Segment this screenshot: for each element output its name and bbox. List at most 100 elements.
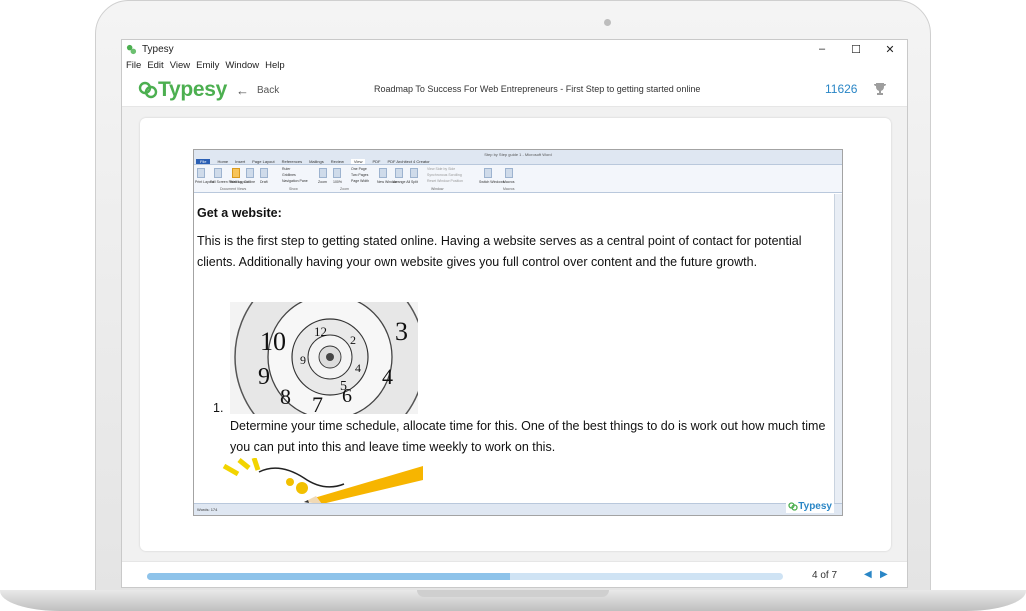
typesy-logo-icon <box>138 81 158 99</box>
progress-fill <box>147 573 510 580</box>
ribbon-outline-icon <box>246 168 254 178</box>
svg-text:9: 9 <box>300 353 306 367</box>
ribbon-label: 100% <box>333 180 342 184</box>
ribbon-web-layout-icon <box>232 168 240 178</box>
ribbon-label: Page Width <box>351 179 370 183</box>
svg-text:4: 4 <box>382 364 393 389</box>
ribbon-group-label: Document Views <box>220 187 247 191</box>
back-label: Back <box>257 85 280 96</box>
word-title: Step by Step guide 1 - Microsoft Word <box>484 151 552 157</box>
trophy-icon[interactable] <box>872 81 888 97</box>
ribbon-label: Split <box>411 180 418 184</box>
menu-window[interactable]: Window <box>225 60 259 71</box>
next-page-icon[interactable]: ▶ <box>880 569 888 580</box>
typesy-app-icon <box>126 44 137 54</box>
svg-text:5: 5 <box>340 379 347 394</box>
word-tab-review: Review <box>330 158 344 164</box>
ribbon-label: Outline <box>244 180 256 184</box>
word-tab-file: File <box>196 158 211 164</box>
reading-progress-bar[interactable] <box>147 573 783 580</box>
word-tab-references: References <box>281 158 303 164</box>
lightbulb-pencil-image <box>194 458 423 505</box>
document-page: Step by Step guide 1 - Microsoft Word Fi… <box>140 118 891 551</box>
document-title: Roadmap To Success For Web Entrepreneurs… <box>374 84 701 94</box>
typesy-watermark: Typesy <box>786 500 834 513</box>
list-item-number: 1. <box>213 401 224 415</box>
ribbon-label: Macros <box>503 180 515 184</box>
menu-edit[interactable]: Edit <box>147 60 163 71</box>
reader-footer: 4 of 7 ◀ ▶ <box>122 561 907 587</box>
word-vertical-scrollbar <box>834 194 842 505</box>
ribbon-switch-windows-icon <box>484 168 492 178</box>
menu-bar: File Edit View Emily Window Help <box>122 58 907 73</box>
ribbon-draft-icon <box>260 168 268 178</box>
ribbon-group-label: Show <box>289 187 298 191</box>
menu-view[interactable]: View <box>170 60 190 71</box>
word-tab-home: Home <box>217 158 229 164</box>
ribbon-label: Reset Window Position <box>427 179 463 183</box>
arrow-left-icon: ← <box>236 83 249 98</box>
back-button[interactable]: ← Back <box>236 83 279 98</box>
logo-text: Typesy <box>158 78 228 101</box>
word-tab-insert: Insert <box>235 158 246 164</box>
reader-area: Step by Step guide 1 - Microsoft Word Fi… <box>122 107 907 561</box>
page-indicator: 4 of 7 <box>812 570 838 581</box>
ribbon-print-layout-icon <box>197 168 205 178</box>
svg-text:12: 12 <box>314 324 327 339</box>
ribbon-100-icon <box>333 168 341 178</box>
ribbon-group-label: Window <box>431 187 444 191</box>
window-title: Typesy <box>142 43 174 55</box>
ribbon-zoom-icon <box>319 168 327 178</box>
app-header: Typesy ← Back Roadmap To Success For Web… <box>122 73 907 107</box>
ribbon-group-label: Zoom <box>340 187 349 191</box>
keystroke-counter: 11626 <box>825 82 858 96</box>
minimize-button[interactable]: – <box>805 40 839 58</box>
word-tab-pdf: PDF <box>372 158 381 164</box>
ribbon-label: View Side by Side <box>427 167 456 171</box>
watermark-text: Typesy <box>798 501 832 512</box>
word-tab-pdf-architect: PDF Architect 4 Creator <box>387 158 430 164</box>
word-tab-view: View <box>350 158 366 164</box>
word-document-body: Get a website: This is the first step to… <box>194 194 836 505</box>
maximize-button[interactable]: ☐ <box>839 40 873 58</box>
ribbon-label: Zoom <box>318 180 327 184</box>
laptop-notch <box>417 590 609 597</box>
section-heading: Get a website: <box>197 206 282 220</box>
menu-help[interactable]: Help <box>265 60 285 71</box>
svg-text:7: 7 <box>312 392 323 414</box>
typesy-logo[interactable]: Typesy <box>138 78 227 102</box>
window-titlebar: Typesy – ☐ ✕ <box>122 40 907 58</box>
ribbon-label: Navigation Pane <box>282 179 308 183</box>
spiral-clock-image: 10 9 8 7 6 4 3 12 2 9 4 5 <box>230 302 418 414</box>
ribbon-label: Two Pages <box>351 173 369 177</box>
word-ribbon: Print Layout Full Screen Reading Web Lay… <box>194 165 842 193</box>
app-window: Typesy – ☐ ✕ File Edit View Emily Window… <box>121 39 908 588</box>
prev-page-icon[interactable]: ◀ <box>864 569 872 580</box>
menu-emily[interactable]: Emily <box>196 60 219 71</box>
ribbon-full-screen-icon <box>214 168 222 178</box>
typesy-watermark-icon <box>788 502 798 511</box>
svg-text:8: 8 <box>280 384 291 409</box>
word-tab-mailings: Mailings <box>309 158 324 164</box>
close-button[interactable]: ✕ <box>873 40 907 58</box>
ribbon-macros-icon <box>505 168 513 178</box>
menu-file[interactable]: File <box>126 60 141 71</box>
svg-text:4: 4 <box>355 361 361 375</box>
word-ribbon-tabs: File Home Insert Page Layout References … <box>194 158 842 165</box>
ribbon-new-window-icon <box>379 168 387 178</box>
ribbon-label: One Page <box>351 167 367 171</box>
word-count: Words: 174 <box>197 507 218 512</box>
list-item-text: Determine your time schedule, allocate t… <box>230 419 826 454</box>
word-tab-page-layout: Page Layout <box>252 158 275 164</box>
svg-text:3: 3 <box>395 317 408 346</box>
ribbon-split-icon <box>410 168 418 178</box>
body-paragraph: This is the first step to getting stated… <box>197 234 802 269</box>
word-screenshot: Step by Step guide 1 - Microsoft Word Fi… <box>193 149 843 516</box>
camera-dot <box>604 19 611 26</box>
svg-text:10: 10 <box>260 327 286 356</box>
ribbon-label: Gridlines <box>282 173 296 177</box>
word-titlebar: Step by Step guide 1 - Microsoft Word <box>194 150 842 158</box>
ribbon-label: Synchronous Scrolling <box>427 173 462 177</box>
ribbon-group-label: Macros <box>503 187 515 191</box>
ribbon-arrange-all-icon <box>395 168 403 178</box>
